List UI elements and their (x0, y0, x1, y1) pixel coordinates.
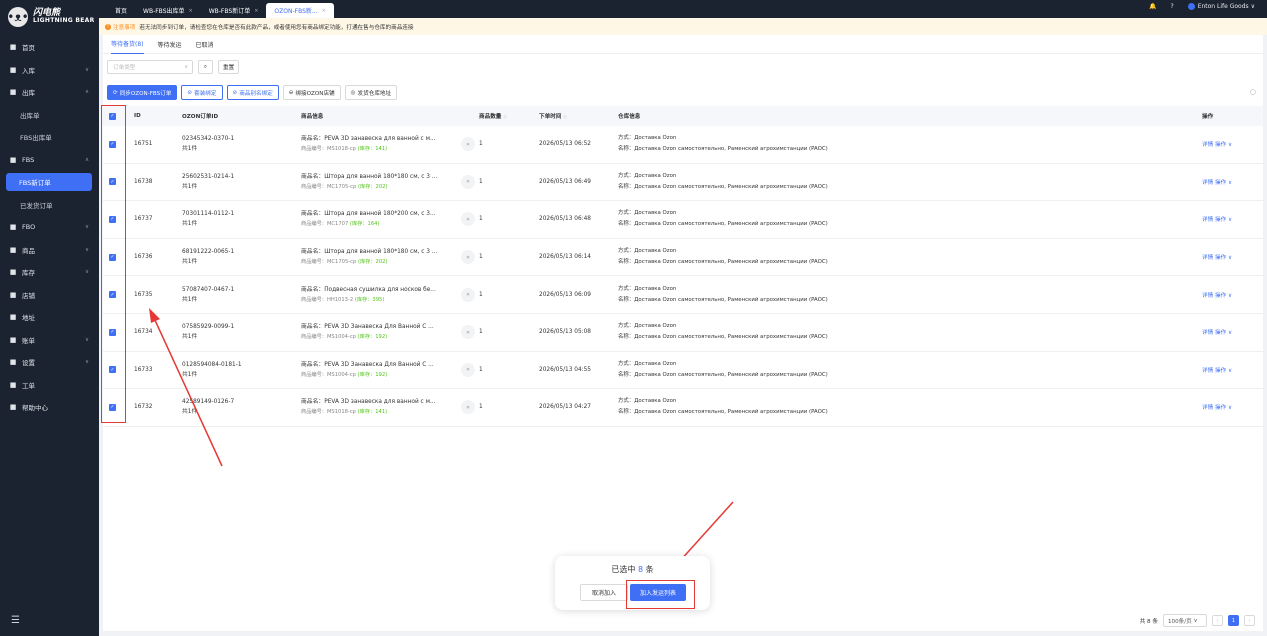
selection-suffix: 条 (645, 565, 654, 574)
arrow-head-to-checkboxes (149, 308, 160, 323)
annotation-arrows (149, 308, 734, 571)
add-button-highlight-box (626, 580, 695, 609)
selection-count: 8 (637, 565, 644, 574)
selection-summary: 已选中 8 条 (555, 564, 710, 575)
arrow-line-to-add-button (678, 501, 734, 563)
cancel-add-button[interactable]: 取消加入 (580, 584, 628, 601)
arrow-line-to-checkboxes (153, 317, 223, 467)
selection-prefix: 已选中 (611, 565, 636, 574)
